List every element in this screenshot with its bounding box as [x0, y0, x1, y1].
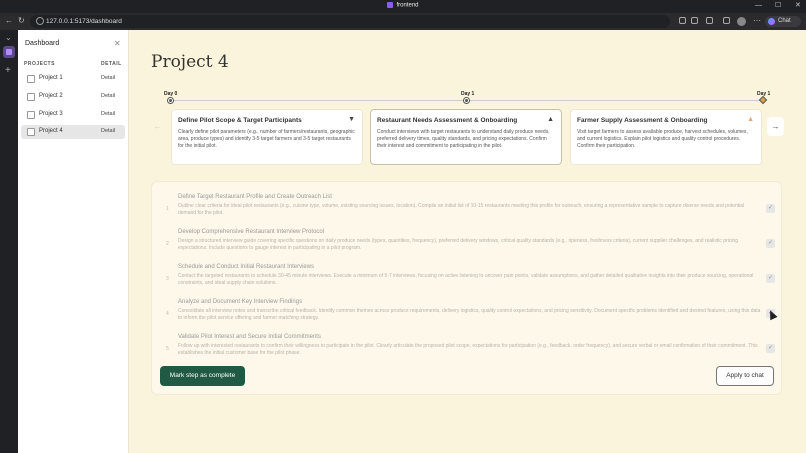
extensions-icon[interactable]	[706, 17, 713, 24]
sidebar-item-project-3[interactable]: Project 3 Detail	[21, 108, 125, 122]
app-tab-icon[interactable]	[3, 46, 15, 58]
detail-column-header: DETAIL	[101, 61, 122, 67]
project-detail-link[interactable]: Detail	[101, 93, 115, 99]
task-item-3: 3 Schedule and Conduct Initial Restauran…	[152, 262, 783, 295]
project-name: Project 4	[39, 128, 63, 134]
task-title: Schedule and Conduct Initial Restaurant …	[178, 264, 315, 270]
profile-avatar[interactable]	[737, 17, 746, 26]
task-description: Consolidate all interview notes and tran…	[178, 308, 761, 321]
chat-button[interactable]: Chat	[765, 16, 801, 27]
step-description: Clearly define pilot parameters (e.g., n…	[178, 129, 355, 149]
sidebar-item-project-1[interactable]: Project 1 Detail	[21, 72, 125, 86]
project-name: Project 3	[39, 111, 63, 117]
window-title-text: frontend	[396, 2, 419, 9]
step-card-2[interactable]: Restaurant Needs Assessment & Onboarding…	[370, 109, 562, 165]
address-bar[interactable]: 127.0.0.1:5173/dashboard	[30, 15, 670, 28]
task-panel: 1 Define Target Restaurant Profile and C…	[151, 181, 782, 395]
project-checkbox[interactable]	[27, 93, 35, 101]
task-number: 1	[166, 206, 169, 212]
task-title: Define Target Restaurant Profile and Cre…	[178, 194, 332, 200]
downloads-icon[interactable]	[723, 17, 730, 24]
scroll-right-button[interactable]: →	[767, 117, 784, 136]
timeline-milestone-icon	[758, 95, 768, 105]
back-icon[interactable]: ←	[5, 16, 13, 26]
task-checkbox[interactable]: ✓	[766, 239, 775, 248]
task-checkbox[interactable]: ✓	[766, 204, 775, 213]
scroll-left-button[interactable]: ←	[149, 117, 166, 136]
reader-icon[interactable]	[679, 17, 686, 24]
project-detail-link[interactable]: Detail	[101, 75, 115, 81]
task-item-5: 5 Validate Pilot Interest and Secure Ini…	[152, 332, 783, 365]
timeline-label-day-1: Day 1	[461, 91, 475, 97]
task-description: Design a structured interview guide cove…	[178, 238, 738, 251]
bookmark-star-icon[interactable]	[691, 17, 698, 24]
sidebar-item-project-4[interactable]: Project 4 Detail	[21, 125, 125, 139]
add-tab-icon[interactable]: +	[5, 65, 11, 76]
minimize-icon[interactable]: —	[755, 2, 762, 10]
browser-toolbar: ← ↻ 127.0.0.1:5173/dashboard ⋯ Chat	[0, 13, 806, 30]
task-description: Follow up with interested restaurants to…	[178, 343, 758, 356]
maximize-icon[interactable]: ☐	[775, 2, 781, 10]
timeline-marker-icon	[463, 97, 470, 104]
task-item-2: 2 Develop Comprehensive Restaurant Inter…	[152, 227, 783, 260]
app-area: Dashboard ✕ PROJECTS DETAIL Project 1 De…	[18, 30, 806, 453]
task-description: Outline clear criteria for ideal pilot r…	[178, 203, 745, 216]
step-card-1[interactable]: Define Pilot Scope & Target Participants…	[171, 109, 363, 165]
project-detail-link[interactable]: Detail	[101, 128, 115, 134]
project-checkbox[interactable]	[27, 75, 35, 83]
window-titlebar: frontend — ☐ ✕	[0, 0, 806, 13]
task-item-1: 1 Define Target Restaurant Profile and C…	[152, 192, 783, 225]
url-text: 127.0.0.1:5173/dashboard	[46, 18, 122, 25]
sidebar-title: Dashboard	[25, 40, 60, 47]
close-window-icon[interactable]: ✕	[795, 2, 801, 10]
project-name: Project 2	[39, 93, 63, 99]
task-number: 2	[166, 241, 169, 247]
site-info-icon[interactable]	[36, 17, 44, 25]
warning-icon: ▲	[747, 116, 754, 123]
triangle-up-icon[interactable]: ▲	[547, 116, 554, 123]
step-description: Visit target farmers to assess available…	[577, 129, 748, 149]
task-number: 5	[166, 346, 169, 352]
triangle-down-icon[interactable]: ▼	[348, 116, 355, 123]
task-title: Validate Pilot Interest and Secure Initi…	[178, 334, 321, 340]
task-checkbox[interactable]: ✓	[766, 274, 775, 283]
page-title: Project 4	[151, 52, 229, 72]
mark-step-complete-button[interactable]: Mark step as complete	[160, 366, 245, 386]
sidebar-close-icon[interactable]: ✕	[114, 39, 121, 48]
step-title: Farmer Supply Assessment & Onboarding	[577, 117, 708, 124]
step-title: Restaurant Needs Assessment & Onboarding	[377, 117, 518, 124]
step-card-3[interactable]: Farmer Supply Assessment & Onboarding ▲ …	[570, 109, 762, 165]
chat-button-label: Chat	[778, 18, 791, 24]
browser-side-rail: ⌄ +	[0, 30, 18, 453]
step-title: Define Pilot Scope & Target Participants	[178, 117, 302, 124]
projects-column-header: PROJECTS	[24, 61, 55, 67]
task-description: Contact the targeted restaurants to sche…	[178, 273, 754, 286]
dashboard-sidebar: Dashboard ✕ PROJECTS DETAIL Project 1 De…	[18, 30, 129, 453]
app-favicon-icon	[387, 2, 394, 8]
project-checkbox[interactable]	[27, 128, 35, 136]
task-title: Analyze and Document Key Interview Findi…	[178, 299, 303, 305]
task-item-4: 4 Analyze and Document Key Interview Fin…	[152, 297, 783, 330]
task-title: Develop Comprehensive Restaurant Intervi…	[178, 229, 325, 235]
chevron-down-icon[interactable]: ⌄	[5, 33, 12, 42]
timeline-marker-icon	[167, 97, 174, 104]
task-number: 3	[166, 276, 169, 282]
task-checkbox[interactable]: ✓	[766, 344, 775, 353]
project-detail-link[interactable]: Detail	[101, 111, 115, 117]
more-menu-icon[interactable]: ⋯	[753, 16, 761, 26]
refresh-icon[interactable]: ↻	[18, 16, 25, 26]
chat-icon	[768, 18, 775, 25]
project-name: Project 1	[39, 75, 63, 81]
project-checkbox[interactable]	[27, 111, 35, 119]
window-title: frontend	[0, 2, 806, 9]
apply-to-chat-button[interactable]: Apply to chat	[716, 366, 774, 386]
task-number: 4	[166, 311, 169, 317]
sidebar-item-project-2[interactable]: Project 2 Detail	[21, 90, 125, 104]
step-description: Conduct interviews with target restauran…	[377, 129, 550, 149]
